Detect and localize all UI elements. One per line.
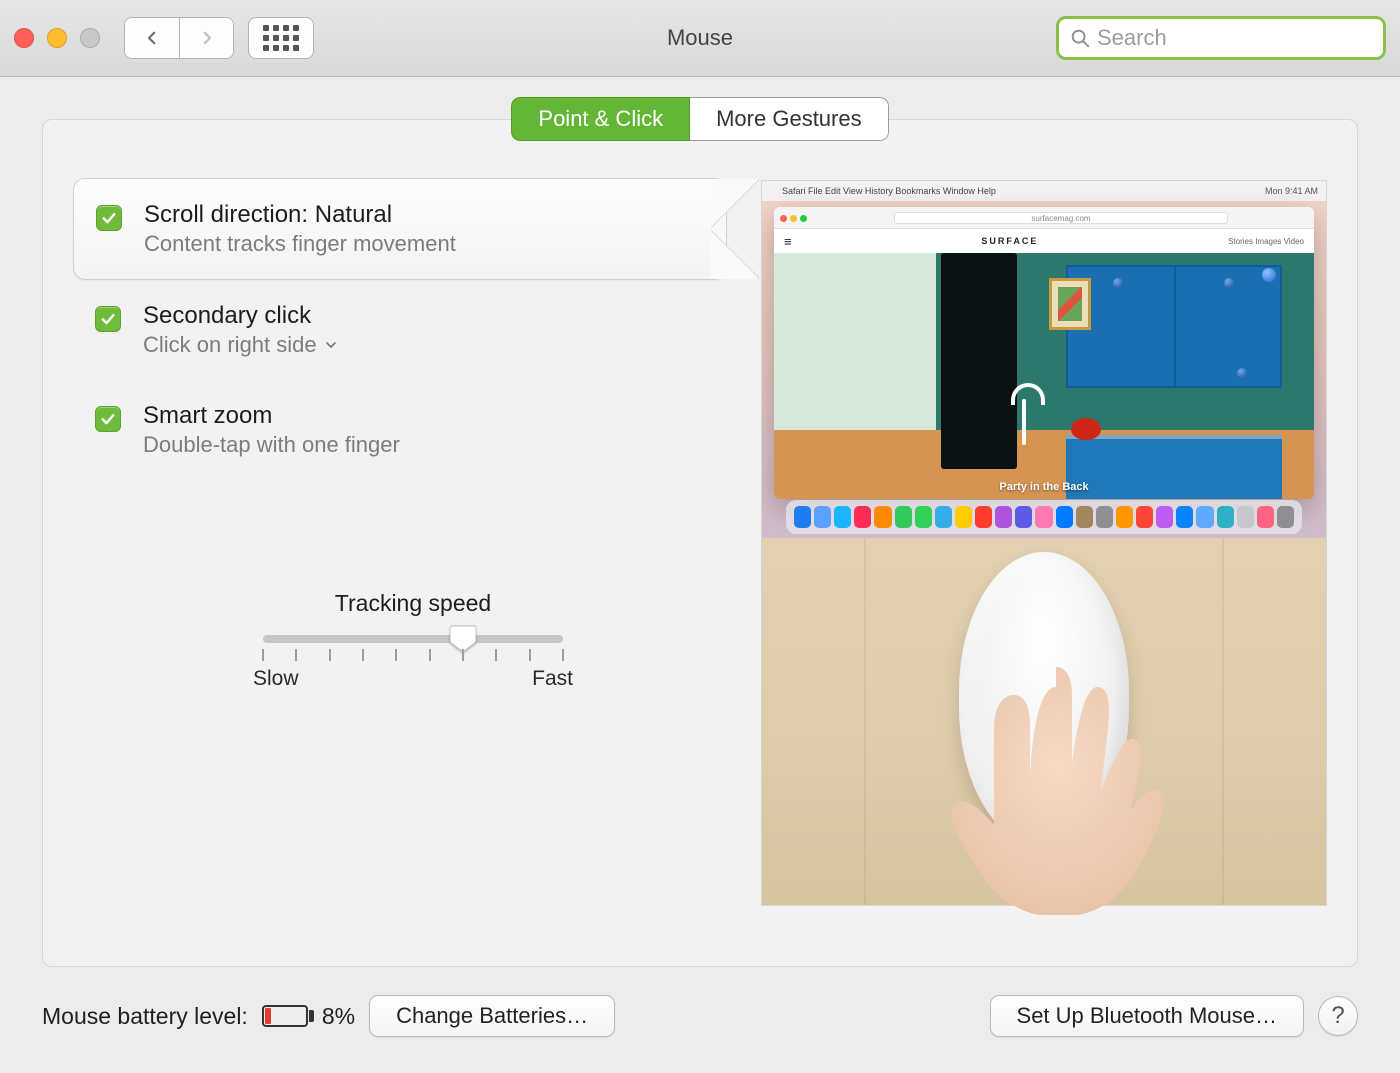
preview-desktop: Safari File Edit View History Bookmarks …: [761, 180, 1327, 538]
button-label: Set Up Bluetooth Mouse…: [1017, 1003, 1277, 1029]
window-controls: [14, 28, 100, 48]
preview-site-brand: SURFACE: [981, 236, 1038, 246]
minimize-window-button[interactable]: [47, 28, 67, 48]
preview-caption: Party in the Back: [774, 481, 1314, 493]
tracking-speed-slider[interactable]: [263, 635, 563, 643]
option-title: Smart zoom: [143, 402, 400, 430]
tab-more-gestures[interactable]: More Gestures: [690, 97, 889, 141]
preview-site-nav: Stories Images Video: [1228, 237, 1304, 246]
search-input[interactable]: [1097, 25, 1373, 51]
gesture-preview: Safari File Edit View History Bookmarks …: [761, 178, 1327, 936]
magic-mouse-icon: [959, 552, 1129, 847]
preview-url-bar: surfacemag.com: [894, 212, 1228, 224]
check-icon: [99, 310, 117, 328]
search-icon: [1069, 27, 1091, 49]
bottom-bar: Mouse battery level: 8% Change Batteries…: [0, 995, 1400, 1073]
tab-bar: Point & Click More Gestures: [42, 97, 1358, 141]
preview-lamp: [1022, 399, 1026, 445]
preview-dock: [786, 500, 1302, 534]
option-subtitle: Click on right side: [143, 332, 317, 358]
button-label: Change Batteries…: [396, 1003, 588, 1029]
back-button[interactable]: [125, 18, 179, 58]
option-scroll-direction[interactable]: Scroll direction: Natural Content tracks…: [73, 178, 727, 280]
tab-label: More Gestures: [716, 106, 862, 132]
settings-panel: Scroll direction: Natural Content tracks…: [42, 119, 1358, 967]
option-smart-zoom[interactable]: Smart zoom Double-tap with one finger: [73, 380, 727, 480]
battery-percent: 8%: [322, 1003, 355, 1030]
titlebar: Mouse: [0, 0, 1400, 77]
slider-ticks: [263, 649, 563, 663]
tracking-speed-label: Tracking speed: [223, 590, 603, 617]
show-all-prefs-button[interactable]: [248, 17, 314, 59]
chevron-right-icon: [198, 27, 216, 49]
preview-picture-frame: [1049, 278, 1091, 330]
check-icon: [100, 209, 118, 227]
option-subtitle: Content tracks finger movement: [144, 231, 456, 257]
tab-point-click[interactable]: Point & Click: [511, 97, 690, 141]
option-title: Secondary click: [143, 302, 339, 330]
grid-icon: [263, 25, 299, 51]
option-subtitle: Double-tap with one finger: [143, 432, 400, 458]
checkbox-scroll-direction[interactable]: [96, 205, 122, 231]
option-secondary-click[interactable]: Secondary click Click on right side: [73, 280, 727, 380]
battery-label: Mouse battery level:: [42, 1003, 248, 1030]
option-subtitle-dropdown[interactable]: Click on right side: [143, 332, 339, 358]
search-field-container[interactable]: [1056, 16, 1386, 60]
slider-fast-label: Fast: [532, 667, 573, 691]
slider-slow-label: Slow: [253, 667, 299, 691]
preview-red-object: [1071, 418, 1101, 440]
preview-menubar-right: Mon 9:41 AM: [1265, 186, 1318, 196]
help-icon: ?: [1331, 1002, 1344, 1030]
checkbox-smart-zoom[interactable]: [95, 406, 121, 432]
preview-hamburger-icon: ≡: [784, 234, 792, 249]
preview-page-hero: Party in the Back: [774, 253, 1314, 499]
preview-safari-window: surfacemag.com ≡ SURFACE Stories Images …: [774, 207, 1314, 499]
forward-button[interactable]: [179, 18, 233, 58]
change-batteries-button[interactable]: Change Batteries…: [369, 995, 615, 1037]
tracking-speed-block: Tracking speed Slow Fast: [223, 590, 603, 691]
nav-back-forward: [124, 17, 234, 59]
checkbox-secondary-click[interactable]: [95, 306, 121, 332]
chevron-left-icon: [143, 27, 161, 49]
preview-desk: [761, 538, 1327, 906]
close-window-button[interactable]: [14, 28, 34, 48]
preview-menubar-left: Safari File Edit View History Bookmarks …: [782, 186, 996, 196]
tab-label: Point & Click: [538, 106, 663, 132]
check-icon: [99, 410, 117, 428]
chevron-down-icon: [323, 337, 339, 353]
battery-icon: [262, 1005, 308, 1027]
option-title: Scroll direction: Natural: [144, 201, 456, 229]
preview-menubar: Safari File Edit View History Bookmarks …: [762, 181, 1326, 201]
help-button[interactable]: ?: [1318, 996, 1358, 1036]
preview-window-controls: [780, 209, 810, 227]
setup-bluetooth-mouse-button[interactable]: Set Up Bluetooth Mouse…: [990, 995, 1304, 1037]
zoom-window-button: [80, 28, 100, 48]
